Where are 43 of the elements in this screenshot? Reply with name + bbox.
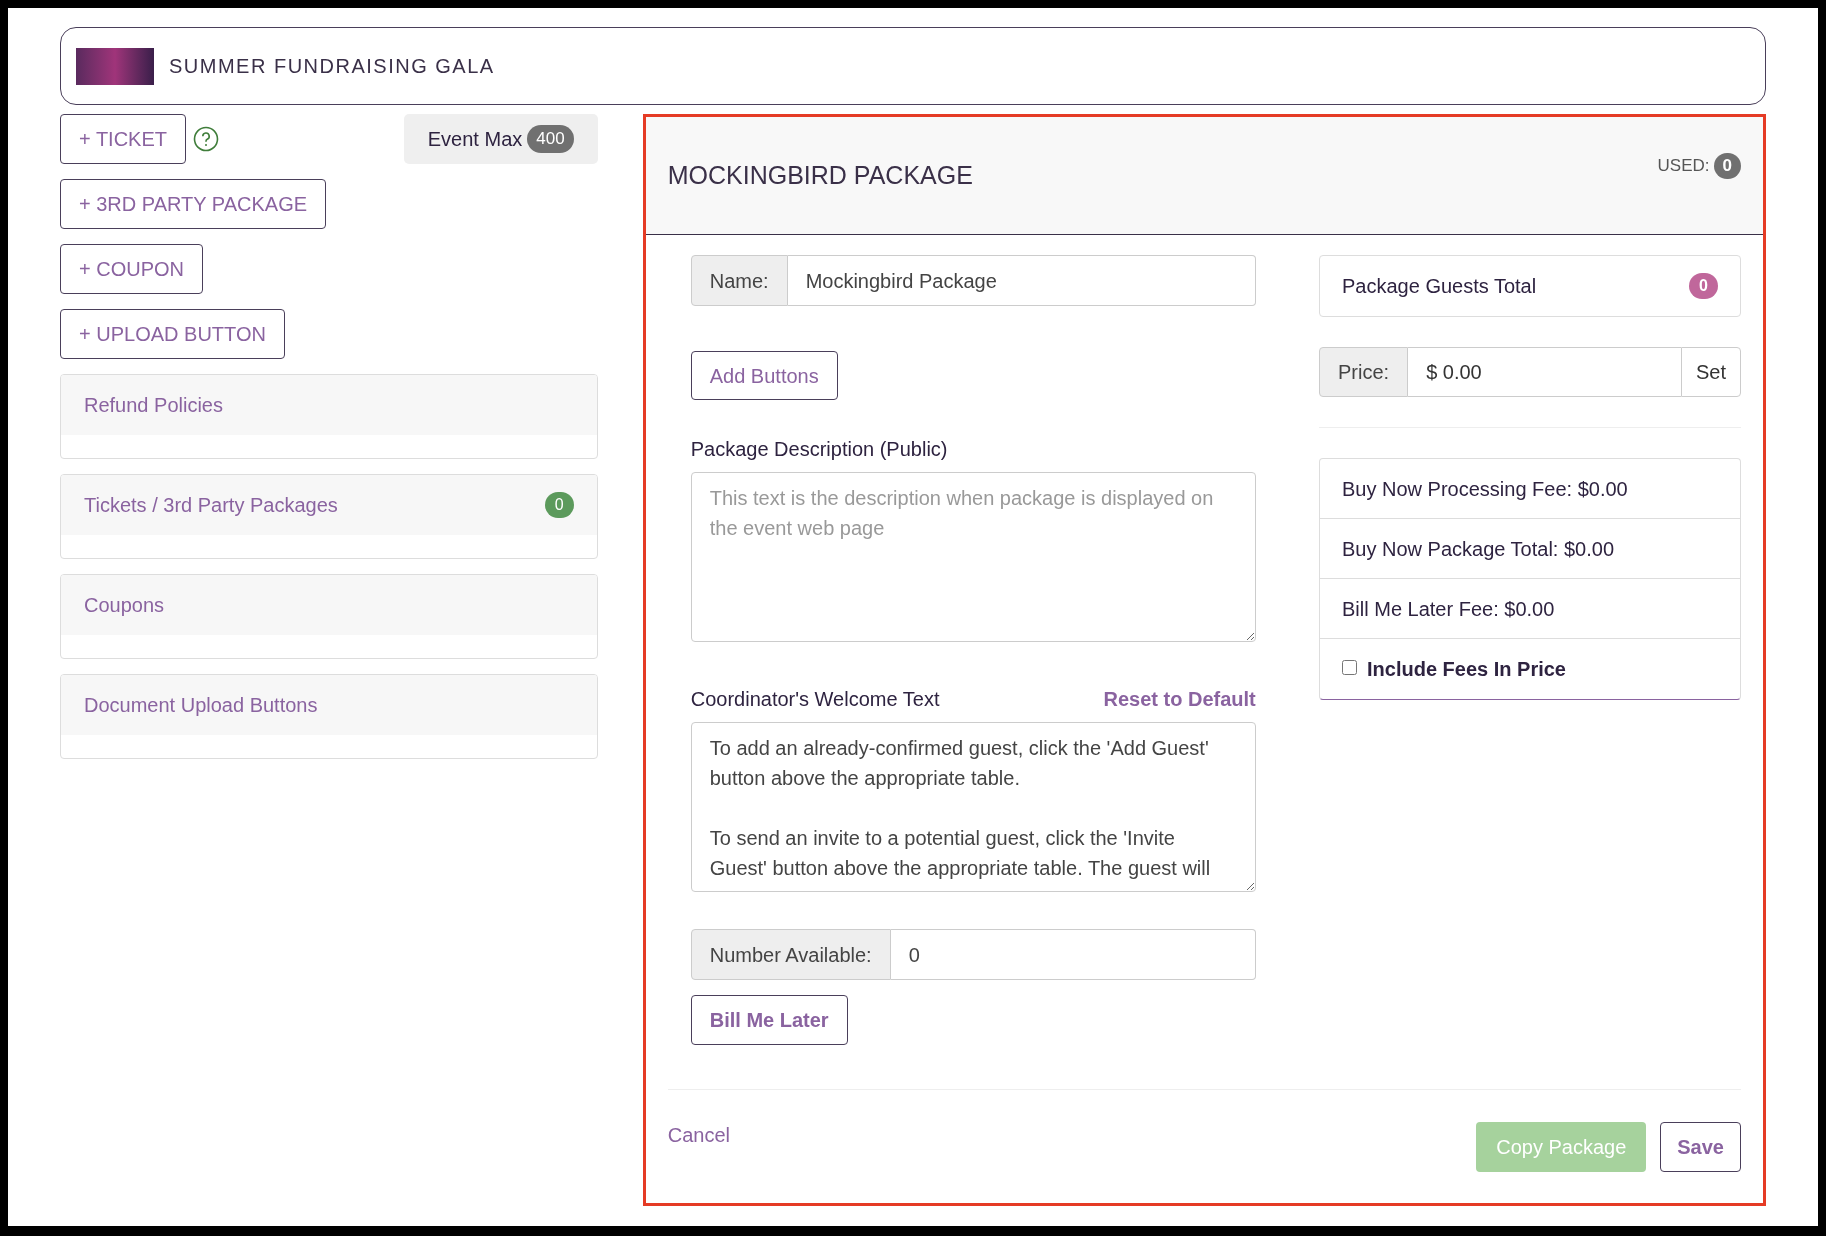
bill-me-later-button[interactable]: Bill Me Later <box>690 995 848 1045</box>
save-button[interactable]: Save <box>1660 1122 1741 1172</box>
welcome-label: Coordinator's Welcome Text <box>690 687 940 712</box>
price-label: Price: <box>1319 347 1409 397</box>
used-count: 0 <box>1713 153 1741 179</box>
name-field[interactable]: Mockingbird Package <box>787 255 1256 306</box>
number-available-label: Number Available: <box>690 929 891 980</box>
event-max-label: Event Max <box>427 127 523 152</box>
cancel-link[interactable]: Cancel <box>667 1120 730 1150</box>
name-label: Name: <box>690 255 788 306</box>
section-panel[interactable]: Coupons <box>60 574 598 659</box>
section-title: Coupons <box>84 593 165 618</box>
section-panel[interactable]: Tickets / 3rd Party Packages 0 <box>60 474 598 559</box>
number-available-field[interactable]: 0 <box>890 929 1256 980</box>
welcome-field[interactable]: To add an already-confirmed guest, click the 'Add Guest' button above the appropriate table. To send an invite to a potential guest, click the 'Invite Guest' button above the appropriate table. The guest will <box>690 722 1256 892</box>
event-max-count: 400 <box>527 125 574 153</box>
description-label: Package Description (Public) <box>690 437 949 462</box>
add-button[interactable]: + COUPON <box>60 244 204 294</box>
fee-text: Bill Me Later Fee: $0.00 <box>1342 596 1555 622</box>
section-title: Tickets / 3rd Party Packages <box>84 493 338 518</box>
section-panel[interactable]: Document Upload Buttons <box>60 674 598 759</box>
section-title: Refund Policies <box>84 393 223 418</box>
include-fees-checkbox[interactable] <box>1342 659 1357 675</box>
help-icon[interactable] <box>193 126 219 152</box>
guests-total-label: Package Guests Total <box>1342 274 1537 299</box>
include-fees-label: Include Fees In Price <box>1367 657 1566 682</box>
package-title: MOCKINGBIRD PACKAGE <box>667 159 973 191</box>
section-count: 0 <box>544 492 574 518</box>
fee-text: Buy Now Package Total: $0.00 <box>1342 536 1615 562</box>
reset-link[interactable]: Reset to Default <box>1103 684 1256 714</box>
add-button[interactable]: + TICKET <box>60 114 186 164</box>
used-label: USED: <box>1657 155 1710 177</box>
set-button[interactable]: Set <box>1680 347 1741 397</box>
fee-text: Buy Now Processing Fee: $0.00 <box>1342 476 1628 502</box>
price-field[interactable]: $ 0.00 <box>1408 347 1681 397</box>
add-button[interactable]: + UPLOAD BUTTON <box>60 309 285 359</box>
event-title: SUMMER FUNDRAISING GALA <box>169 54 495 79</box>
add-buttons-button[interactable]: Add Buttons <box>690 351 838 400</box>
section-title: Document Upload Buttons <box>84 693 318 718</box>
section-panel[interactable]: Refund Policies <box>60 374 598 459</box>
guests-total-count: 0 <box>1689 273 1718 299</box>
description-field[interactable]: This text is the description when package is displayed on the event web page <box>690 472 1256 642</box>
add-button[interactable]: + 3RD PARTY PACKAGE <box>60 179 327 229</box>
